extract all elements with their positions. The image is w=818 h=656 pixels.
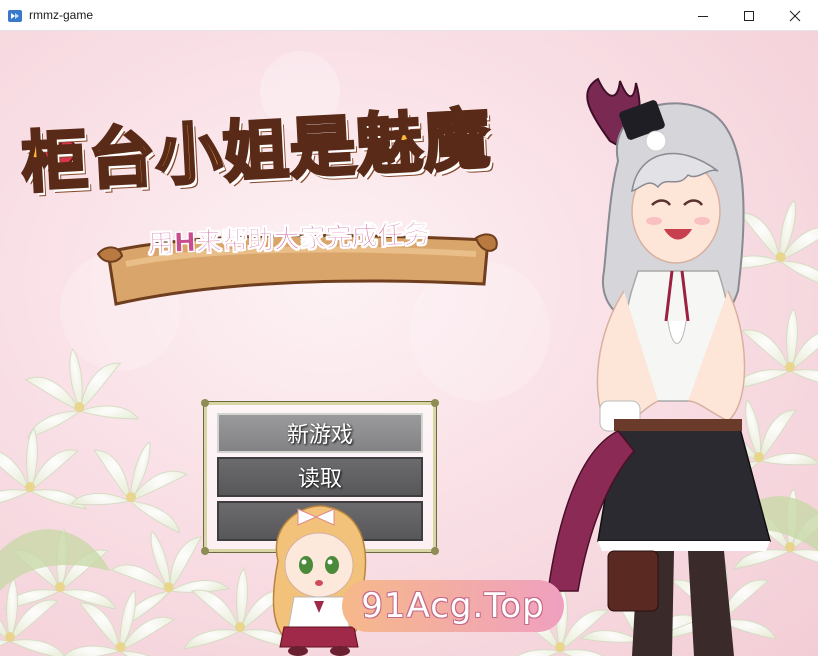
minimize-button[interactable]: [680, 0, 726, 31]
succubus-character: [548, 77, 771, 656]
maximize-button[interactable]: [726, 0, 772, 31]
rpg-maker-icon: [8, 10, 22, 22]
menu-corner-ornament: [431, 547, 439, 555]
game-canvas[interactable]: 柜台小姐是魅魔 用H来帮助大家完成任务 新游戏 读取 91Acg.Top: [0, 31, 818, 656]
watermark-text: 91Acg.Top: [361, 586, 545, 626]
menu-corner-ornament: [201, 547, 209, 555]
maximize-icon: [744, 10, 754, 21]
minimize-icon: [698, 15, 708, 17]
new-game-button[interactable]: 新游戏: [217, 413, 423, 453]
menu-corner-ornament: [201, 399, 209, 407]
chibi-character: [272, 505, 367, 656]
close-icon: [789, 10, 801, 21]
watermark-badge: 91Acg.Top: [342, 580, 564, 632]
load-game-button[interactable]: 读取: [217, 457, 423, 497]
title-bar[interactable]: rmmz-game: [0, 0, 818, 31]
window-title: rmmz-game: [29, 8, 94, 22]
close-button[interactable]: [772, 0, 818, 31]
menu-corner-ornament: [431, 399, 439, 407]
game-window: rmmz-game 柜台小姐是魅魔 用H来帮助大家完成任务 新游戏 读取 91A…: [0, 0, 818, 656]
